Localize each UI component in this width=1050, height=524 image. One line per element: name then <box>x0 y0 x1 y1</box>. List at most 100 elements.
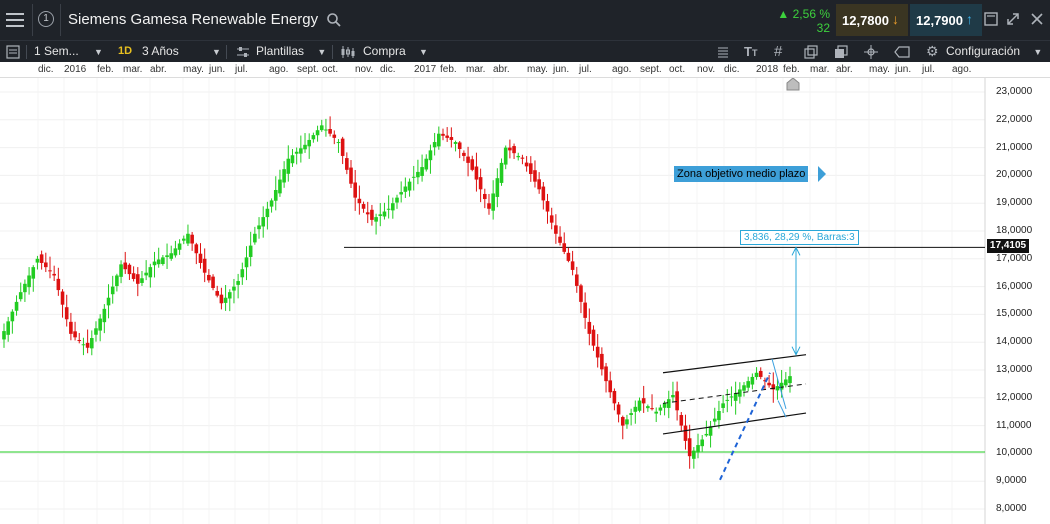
candle-body <box>173 248 178 256</box>
gear-icon[interactable]: ⚙ <box>926 41 939 62</box>
price-axis-label: 19,0000 <box>996 197 1033 209</box>
candle-body <box>244 257 249 268</box>
candle-body <box>675 391 679 411</box>
candle-body <box>391 203 395 211</box>
candle-body <box>420 167 424 176</box>
grid-icon[interactable]: # <box>774 41 782 62</box>
candle-body <box>361 204 366 209</box>
templates-menu[interactable]: Plantillas ▼ <box>256 41 326 63</box>
time-axis-label: may. <box>869 64 890 75</box>
candle-body <box>328 129 332 134</box>
period-label: 1 Sem... <box>34 44 79 58</box>
candle-body <box>608 380 613 393</box>
candle-body <box>437 133 441 147</box>
candle-body <box>10 311 15 322</box>
candle-body <box>135 274 140 284</box>
candle-body <box>595 346 600 358</box>
target-zone-label[interactable]: Zona objetivo medio plazo <box>674 166 809 182</box>
caret-down-icon: ▼ <box>317 47 327 57</box>
measure-label[interactable]: 3,836, 28,29 %, Barras:3 <box>740 230 859 245</box>
candle-body <box>340 138 345 156</box>
price-axis-label: 8,0000 <box>996 503 1027 514</box>
order-menu[interactable]: Compra ▼ <box>363 41 428 63</box>
time-axis-label: sept. <box>640 64 662 75</box>
candle-body <box>77 340 82 342</box>
candle-body <box>495 178 500 197</box>
candle-body <box>98 318 102 331</box>
range-select[interactable]: 3 Años ▼ <box>142 41 221 63</box>
candle-body <box>696 445 700 453</box>
sell-price-button[interactable]: 12,7800 ↓ <box>836 4 908 36</box>
candle-body <box>177 243 182 250</box>
candle-body <box>261 217 266 227</box>
price-axis-label: 9,0000 <box>996 475 1027 487</box>
arrow-down-icon: ↓ <box>892 11 899 27</box>
candle-body <box>324 129 328 131</box>
candle-body <box>85 342 90 348</box>
candle-body <box>399 192 403 195</box>
candle-body <box>758 370 763 377</box>
price-axis-label: 17,0000 <box>996 252 1033 264</box>
candle-body <box>349 167 353 184</box>
time-axis-label: nov. <box>697 64 716 75</box>
time-axis-label: jul. <box>579 64 592 75</box>
candle-body <box>633 406 638 412</box>
text-tool-icon[interactable]: TT <box>744 41 757 64</box>
hamburger-icon[interactable] <box>6 12 24 28</box>
divider <box>226 45 227 59</box>
candle-body <box>474 166 479 180</box>
candle-body <box>110 286 115 295</box>
range-badge: 1D <box>118 45 133 57</box>
candle-body <box>775 386 780 391</box>
close-icon[interactable] <box>1030 12 1044 26</box>
candle-body <box>202 258 207 273</box>
candle-body <box>315 130 320 136</box>
candle-body <box>687 438 692 457</box>
info-badge[interactable]: 1 <box>38 11 54 27</box>
candle-body <box>583 302 587 318</box>
candle-body <box>181 238 186 241</box>
divider <box>60 4 61 36</box>
candle-body <box>537 179 541 190</box>
candle-body <box>23 283 27 293</box>
buy-price: 12,7900 <box>916 13 963 28</box>
search-icon[interactable] <box>326 12 342 28</box>
candle-body <box>554 225 558 234</box>
candle-body <box>73 331 77 338</box>
divider <box>26 45 27 59</box>
divider <box>332 45 333 59</box>
detach-icon[interactable] <box>984 12 998 26</box>
time-axis-label: mar. <box>123 64 143 75</box>
candle-body <box>562 243 567 252</box>
candle-body <box>14 301 19 311</box>
candle-body <box>161 257 165 264</box>
candle-body <box>445 135 449 138</box>
candle-body <box>462 152 466 156</box>
candle-body <box>545 201 550 212</box>
price-chart[interactable] <box>0 78 1050 524</box>
candle-body <box>712 418 717 422</box>
candle-body <box>35 258 40 263</box>
candle-body <box>39 254 44 263</box>
chart-toolbar: 1 Sem... ▼ 1D 3 Años ▼ Plantillas ▼ Comp… <box>0 40 1050 62</box>
period-select[interactable]: 1 Sem... ▼ <box>34 41 103 63</box>
time-axis-label: 2017 <box>414 64 437 75</box>
candle-body <box>115 275 119 287</box>
candle-body <box>190 234 194 244</box>
price-axis-label: 20,0000 <box>996 169 1033 181</box>
expand-icon[interactable] <box>1006 12 1020 26</box>
candle-body <box>625 419 629 425</box>
settings-menu[interactable]: Configuración ▼ <box>946 41 1042 63</box>
candle-body <box>491 193 495 211</box>
candle-body <box>48 270 52 272</box>
candle-body <box>144 272 148 276</box>
candle-body <box>69 321 73 334</box>
candle-body <box>411 176 416 178</box>
buy-price-button[interactable]: 12,7900 ↑ <box>910 4 982 36</box>
time-axis-label: ago. <box>952 64 972 75</box>
scroll-handle[interactable] <box>786 77 800 91</box>
price-axis-label: 22,0000 <box>996 113 1033 125</box>
candle-body <box>658 407 663 411</box>
candle-body <box>499 162 504 183</box>
candle-body <box>94 328 98 335</box>
